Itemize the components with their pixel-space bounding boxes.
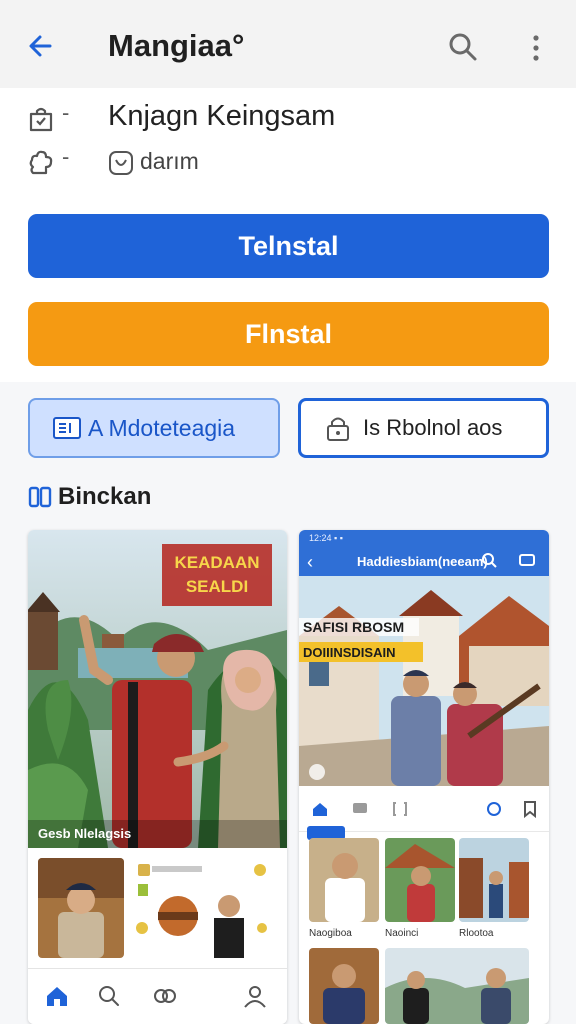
home-icon	[313, 803, 327, 816]
arrow-back-icon[interactable]	[22, 28, 58, 64]
gallery-icon	[28, 486, 52, 508]
grid-icon	[519, 554, 535, 566]
search-icon	[482, 553, 497, 568]
screenshot-photo: KEADAAN SEALDI	[28, 530, 287, 848]
page-title: Mangiaa°	[108, 28, 245, 63]
mock-app-photo: SAFISI RBOSM DOIIINSDISAIN	[299, 576, 549, 786]
apps-icon[interactable]	[152, 983, 178, 1009]
promo-badge-line-1: KEADAAN	[175, 553, 260, 572]
thumbnail-strip	[28, 848, 287, 978]
grid-tile	[459, 838, 529, 922]
search-icon[interactable]	[96, 983, 122, 1009]
grid-label: Rlootoa	[459, 928, 494, 939]
list-icon	[53, 417, 81, 439]
bookmark-icon	[524, 801, 536, 818]
app-bar: Mangiaa°	[0, 0, 576, 88]
mock-app-title: Haddiesbiam(neeam)	[357, 554, 488, 569]
more-vert-icon[interactable]	[524, 32, 548, 64]
grid-tile	[309, 948, 379, 1024]
chip-details-label: A Mdoteteagia	[88, 414, 236, 441]
mock-app-bar: 12:24 ▪ ▪ ‹ Haddiesbiam(neeam)	[299, 530, 549, 576]
info-row-category: - darım	[0, 140, 576, 186]
grid-tile	[309, 838, 379, 922]
profile-icon[interactable]	[242, 983, 268, 1009]
screenshot-caption: Gesb Nlelagsis	[38, 826, 132, 841]
info-dash: -	[62, 100, 70, 125]
grid-tile	[385, 948, 529, 1024]
secondary-install-button[interactable]: Flnstal	[28, 302, 549, 366]
section-title: Binckan	[58, 483, 152, 510]
chat-icon	[353, 803, 367, 813]
home-icon[interactable]	[44, 983, 70, 1009]
comment-icon	[487, 802, 501, 816]
install-button[interactable]: Telnstal	[28, 214, 549, 278]
info-row-developer: - Knjagn Keingsam	[0, 96, 576, 142]
bottom-navigation	[28, 968, 287, 1024]
chevron-left-icon: ‹	[307, 552, 313, 572]
lock-icon	[327, 417, 349, 441]
bracket-icon	[393, 802, 407, 816]
thumbnail[interactable]	[38, 858, 124, 958]
search-icon[interactable]	[446, 30, 480, 64]
grid-label: Naoinci	[385, 928, 419, 939]
rating-badge-icon	[109, 151, 133, 175]
grid-tile	[385, 838, 455, 922]
overlay-line-2: DOIIINSDISAIN	[303, 645, 395, 660]
grid-label: Naogiboa	[309, 928, 352, 939]
puzzle-icon	[29, 150, 53, 175]
chip-related-label: Is Rbolnol aos	[363, 415, 503, 440]
category-text: darım	[140, 148, 199, 174]
chip-related[interactable]: Is Rbolnol aos	[298, 398, 549, 458]
info-dash: -	[62, 144, 70, 169]
overlay-line-1: SAFISI RBOSM	[303, 619, 404, 635]
status-bar: 12:24 ▪ ▪	[309, 533, 343, 543]
promo-badge-line-2: SEALDI	[186, 577, 248, 596]
chip-details[interactable]: A Mdoteteagia	[28, 398, 280, 458]
screenshot-card-2[interactable]: 12:24 ▪ ▪ ‹ Haddiesbiam(neeam) SAFISI RB…	[299, 530, 549, 1024]
bag-icon	[29, 107, 53, 132]
section-header: Binckan	[28, 482, 151, 512]
developer-name: Knjagn Keingsam	[108, 100, 336, 132]
thumbnail[interactable]	[132, 858, 274, 958]
screenshot-card-1[interactable]: KEADAAN SEALDI Gesb Nlelagsis	[28, 530, 287, 1024]
